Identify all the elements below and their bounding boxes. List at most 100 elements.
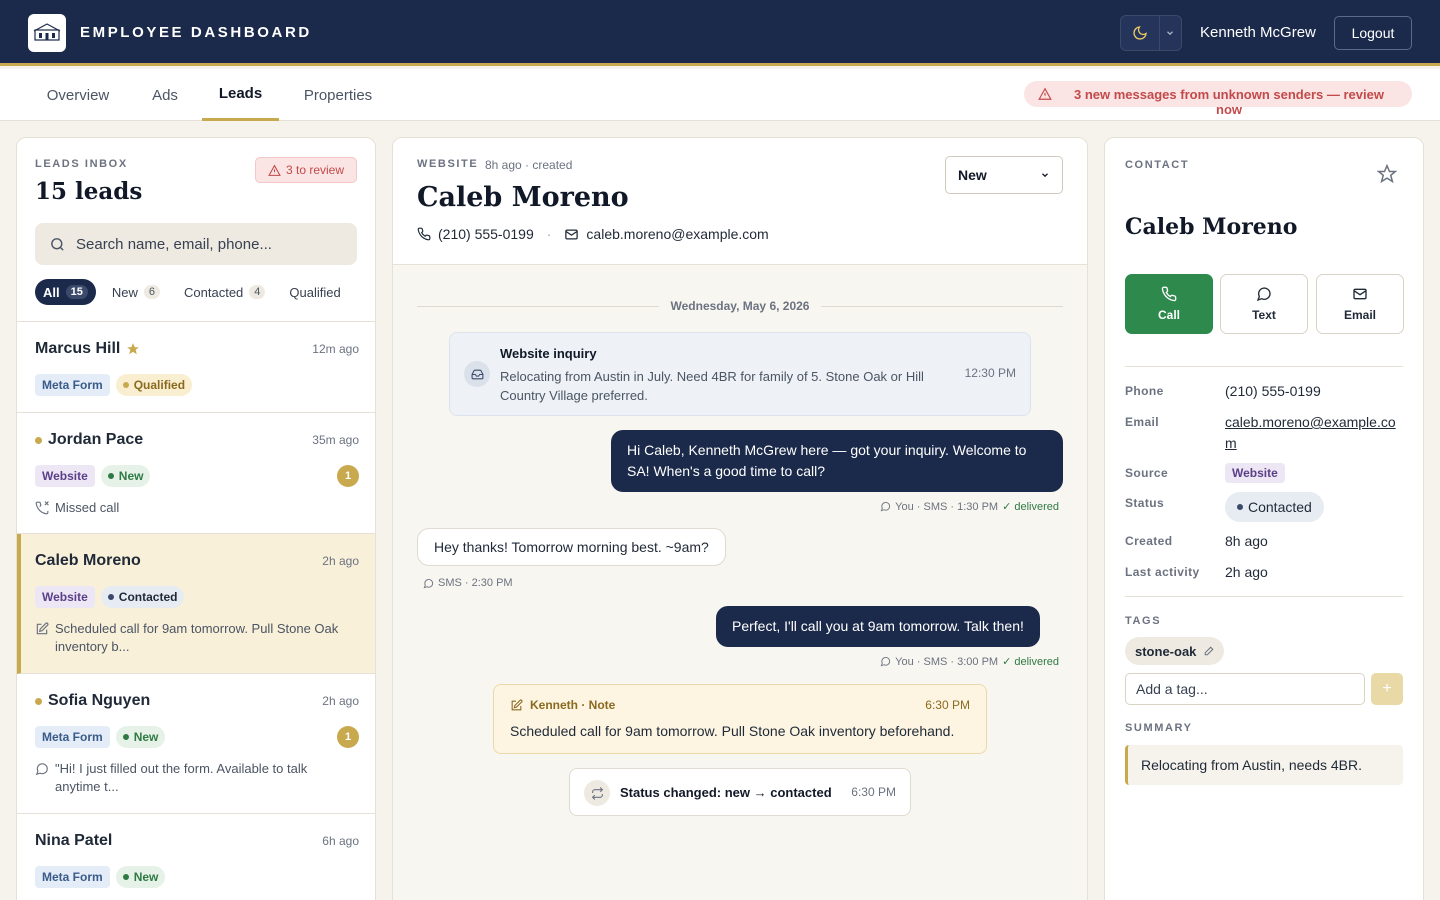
status-change-event: Status changed: new → contacted 6:30 PM [569,768,911,816]
lead-name: Marcus Hill [35,340,121,357]
status-chip-label: New [118,469,144,483]
internal-note: Kenneth · Note 6:30 PM Scheduled call fo… [493,684,987,754]
logout-button[interactable]: Logout [1334,16,1412,50]
status-change-text: Status changed: new → contacted [620,785,832,800]
search-icon [51,237,64,251]
conversation-header: WEBSITE 8h ago · created Caleb Moreno (2… [393,138,1087,265]
warning-icon [268,164,281,176]
lead-time: 2h ago [322,694,359,708]
filter-count: 4 [249,285,266,299]
lead-time: 6h ago [322,834,359,848]
status-change-time: 6:30 PM [851,785,896,799]
delivered-status: ✓ delivered [1002,656,1059,668]
divider [417,305,659,307]
add-tag-input[interactable]: Add a tag... [1125,673,1365,705]
source-chip: Meta Form [35,374,110,396]
search-input[interactable] [76,235,336,253]
email-link[interactable]: caleb.moreno@example.com [586,226,768,242]
contact-name: Caleb Moreno [1125,214,1298,240]
created-value: 8h ago [1225,533,1268,549]
tag-label: stone-oak [1135,643,1197,659]
moon-icon[interactable] [1121,16,1160,50]
tags-label: TAGS [1125,615,1162,627]
status-select-value: New [958,167,987,183]
mail-icon [565,229,579,239]
status-dot [107,473,114,479]
text-button[interactable]: Text [1220,274,1308,334]
contact-panel: CONTACT Caleb Moreno Call Text Email Pho… [1104,137,1424,900]
tab-ads[interactable]: Ads [138,69,192,121]
inbox-label: LEADS INBOX [35,158,128,170]
chat-icon [1256,287,1271,302]
phone-value[interactable]: (210) 555-0199 [1225,383,1321,399]
lead-item[interactable]: Jordan Pace 35m ago Website New 1 Missed… [17,413,375,534]
lead-snippet: Missed call [35,499,355,520]
review-badge[interactable]: 3 to review [255,157,357,183]
note-header: Kenneth · Note [510,698,615,712]
filter-label: All [43,284,60,300]
filter-contacted[interactable]: Contacted 4 [176,279,273,305]
filter-all[interactable]: All 15 [35,279,96,305]
lead-item[interactable]: Nina Patel 6h ago Meta Form New [17,814,375,900]
filter-label: New [111,284,138,300]
search-box[interactable] [35,223,357,265]
app-title: EMPLOYEE DASHBOARD [80,24,312,41]
inbox-icon [464,361,490,387]
inquiry-time: 12:30 PM [964,366,1016,380]
lead-count: 15 leads [35,178,143,205]
unread-dot [35,697,42,705]
chat-icon [880,656,891,667]
snippet-text: Missed call [55,500,120,515]
status-select[interactable]: New [945,156,1063,194]
star-icon[interactable] [1376,163,1398,189]
phone-icon [1161,286,1177,302]
add-tag-button[interactable]: + [1371,673,1403,705]
incoming-message: Hey thanks! Tomorrow morning best. ~9am? [417,528,726,566]
note-time: 6:30 PM [925,698,970,712]
main-tabs: Overview Ads Leads Properties 3 new mess… [0,69,1440,121]
last-activity-key: Last activity [1125,565,1200,579]
user-name[interactable]: Kenneth McGrew [1200,24,1316,41]
status-chip-label: New [133,870,159,884]
alert-text: 3 new messages from unknown senders — re… [1074,87,1384,117]
unknown-senders-alert[interactable]: 3 new messages from unknown senders — re… [1024,81,1412,117]
created-text: 8h ago · created [485,158,573,172]
brand-logo[interactable] [28,14,66,52]
status-chip-label: Qualified [133,378,186,392]
text-label: Text [1252,308,1276,322]
email-button[interactable]: Email [1316,274,1404,334]
lead-item[interactable]: Sofia Nguyen 2h ago Meta Form New 1 "Hi!… [17,674,375,814]
call-button[interactable]: Call [1125,274,1213,334]
filter-new[interactable]: New 6 [104,279,168,305]
tab-overview[interactable]: Overview [30,69,126,121]
lead-item-selected[interactable]: Caleb Moreno 2h ago Website Contacted Sc… [17,534,375,674]
meta-text: You · SMS · 1:30 PM [895,500,999,513]
warning-icon [1038,87,1052,104]
theme-toggle[interactable] [1120,15,1182,51]
status-chip-label: New [133,730,159,744]
tag-chip[interactable]: stone-oak [1125,637,1225,665]
status-dot [122,734,129,740]
lead-name-row: Nina Patel [35,832,112,850]
phone-link[interactable]: (210) 555-0199 [438,226,534,242]
lead-chips: Meta Form Qualified [35,374,193,396]
filter-qualified[interactable]: Qualified [281,279,348,305]
lead-item[interactable]: Marcus Hill 12m ago Meta Form Qualified [17,322,375,413]
chevron-down-icon[interactable] [1160,16,1181,50]
email-value[interactable]: caleb.moreno@example.com [1225,412,1405,454]
unread-count-badge: 1 [337,465,359,487]
inquiry-title: Website inquiry [500,346,597,361]
lead-name-row: Caleb Moreno [35,552,141,570]
note-text: Scheduled call for 9am tomorrow. Pull St… [510,723,955,739]
chat-icon [880,501,891,512]
last-activity-value: 2h ago [1225,564,1268,580]
source-chip: Website [35,465,95,487]
note-icon [35,622,49,656]
tab-leads[interactable]: Leads [202,69,279,121]
tab-properties[interactable]: Properties [290,69,386,121]
pencil-icon[interactable] [1204,646,1214,656]
lead-chips: Website New [35,465,151,487]
meta-text: SMS · 2:30 PM [438,577,513,589]
filter-label: Qualified [289,284,341,300]
lead-name: Jordan Pace [48,431,144,448]
